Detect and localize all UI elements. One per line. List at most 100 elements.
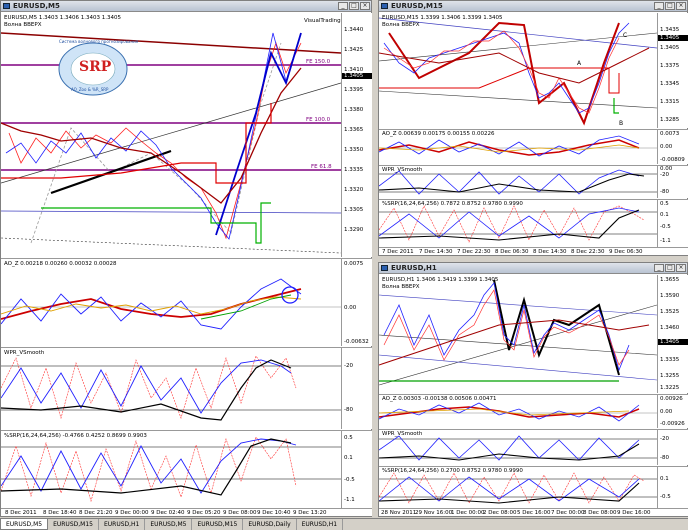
- ao-tick: 0.00926: [660, 396, 683, 402]
- time-tick: 9 Dec 16:00: [617, 510, 651, 516]
- time-tick: 9 Dec 05:20: [187, 510, 221, 516]
- wpr-tick: -20: [344, 363, 353, 369]
- ao-label: AO_Z 0.00303 -0.00138 0.00506 0.00471: [382, 396, 497, 402]
- price-pane[interactable]: EURUSD,H1 1.3406 1.3419 1.3399 1.3405 Во…: [379, 275, 657, 393]
- time-tick: 7 Dec 22:30: [457, 249, 491, 255]
- price-chart-svg: [379, 279, 657, 386]
- wpr-label: WPR_VSmooth: [4, 350, 45, 356]
- logo-text: SRP: [79, 59, 112, 75]
- tab-eurusd-h1-2[interactable]: EURUSD,H1: [297, 519, 344, 530]
- price-tick: 1.3525: [660, 309, 680, 315]
- tab-eurusd-h1[interactable]: EURUSD,H1: [99, 519, 146, 530]
- ao-tick: -0.00926: [660, 421, 685, 427]
- ao-indicator-pane[interactable]: AO_Z 0.00639 0.00175 0.00155 0.00226: [379, 129, 657, 164]
- window-titlebar[interactable]: EURUSD,M5 _ □ ×: [1, 1, 371, 12]
- price-tick: 1.3375: [660, 63, 680, 69]
- srp-indicator-pane[interactable]: %SRP(16,24,64,256) 0.7872 0.8752 0.9780 …: [379, 199, 657, 247]
- srp-label: %SRP(16,24,64,256) 0.7872 0.8752 0.9780 …: [382, 201, 523, 207]
- close-button[interactable]: ×: [676, 2, 686, 10]
- fe-level-label: FE 61.8: [311, 164, 332, 170]
- time-tick: 8 Dec 2011: [5, 510, 37, 516]
- maximize-button[interactable]: □: [665, 2, 675, 10]
- time-tick: 7 Dec 14:30: [419, 249, 453, 255]
- srp-logo: SRP Система волнового прогнозирования AO…: [45, 33, 145, 103]
- srp-chart-svg: [379, 205, 657, 243]
- close-button[interactable]: ×: [360, 2, 370, 10]
- chart-window-m5[interactable]: EURUSD,M5 _ □ × EURUSD,M5 1.3403 1.3406 …: [0, 0, 372, 517]
- price-axis[interactable]: 1.3435 1.3405 1.3375 1.3345 1.3315 1.328…: [657, 13, 688, 128]
- price-tick: 1.3365: [344, 127, 364, 133]
- tab-eurusd-m5-2[interactable]: EURUSD,M5: [145, 519, 193, 530]
- time-axis[interactable]: 8 Dec 2011 8 Dec 18:40 8 Dec 21:20 9 Dec…: [1, 508, 372, 516]
- window-titlebar[interactable]: EURUSD,H1 _ □ ×: [379, 263, 687, 274]
- price-pane[interactable]: EURUSD,M5 1.3403 1.3406 1.3403 1.3405 Во…: [1, 13, 341, 257]
- minimize-button[interactable]: _: [338, 2, 348, 10]
- price-tick: 1.3320: [344, 187, 364, 193]
- close-button[interactable]: ×: [676, 264, 686, 272]
- chart-ohlc-label: EURUSD,M5 1.3403 1.3406 1.3403 1.3405: [4, 15, 122, 21]
- price-pane[interactable]: A B C EURUSD,M15 1.3399 1.3406 1.3399 1.…: [379, 13, 657, 128]
- ao-tick: 0.0075: [344, 261, 364, 267]
- window-title: EURUSD,M5: [13, 2, 60, 10]
- ao-indicator-pane[interactable]: AO_Z 0.00218 0.00260 0.00032 0.00028: [1, 258, 341, 346]
- time-tick: 7 Dec 2011: [382, 249, 414, 255]
- tab-eurusd-m5[interactable]: EURUSD,M5: [0, 519, 49, 530]
- wpr-indicator-pane[interactable]: WPR_VSmooth: [1, 347, 341, 429]
- chart-ohlc-label: EURUSD,H1 1.3406 1.3419 1.3399 1.3405: [382, 277, 499, 283]
- current-price-flag: 1.3405: [658, 339, 688, 345]
- price-axis[interactable]: 1.3440 1.3425 1.3410 1.3395 1.3380 1.336…: [341, 13, 372, 257]
- price-tick: 1.3335: [344, 167, 364, 173]
- wave-point-a: A: [577, 60, 582, 67]
- wave-label: Волна BBEPX: [382, 284, 420, 290]
- wave-label: Волна BBEPX: [4, 22, 42, 28]
- time-tick: 5 Dec 16:00: [517, 510, 551, 516]
- wave-label: Волна BBEPX: [382, 22, 420, 28]
- ao-tick: 0.0073: [660, 131, 680, 137]
- minimize-button[interactable]: _: [654, 2, 664, 10]
- srp-axis: 0.1 -0.5: [657, 466, 688, 508]
- srp-tick: -0.5: [660, 224, 671, 230]
- srp-indicator-pane[interactable]: %SRP(16,24,64,256) -0.4766 0.4252 0.8699…: [1, 430, 341, 508]
- srp-tick: 0.1: [660, 476, 669, 482]
- tab-eurusd-m15[interactable]: EURUSD,M15: [48, 519, 99, 530]
- price-tick: 1.3350: [344, 147, 364, 153]
- ao-tick: 0.00: [660, 409, 673, 415]
- tab-eurusd-daily[interactable]: EURUSD,Daily: [243, 519, 297, 530]
- time-tick: 8 Dec 14:30: [533, 249, 567, 255]
- chart-window-m15[interactable]: EURUSD,M15 _ □ × A B C EURUSD,M15 1.3399…: [378, 0, 688, 256]
- price-tick: 1.3460: [660, 325, 680, 331]
- ao-tick: -0.00632: [344, 339, 369, 345]
- wpr-indicator-pane[interactable]: WPR_VSmooth: [379, 429, 657, 465]
- wpr-axis: -20 -80: [657, 429, 688, 465]
- price-tick: 1.3305: [344, 207, 364, 213]
- wpr-label: WPR_VSmooth: [382, 431, 423, 437]
- wpr-axis: 0.00 -20 -80: [657, 165, 688, 198]
- time-tick: 8 Dec 21:20: [79, 510, 113, 516]
- price-chart-svg: A B C: [379, 17, 657, 127]
- ao-axis: 0.0073 0.00 -0.00809: [657, 129, 688, 164]
- time-tick: 8 Dec 06:30: [495, 249, 529, 255]
- window-title: EURUSD,H1: [391, 264, 437, 272]
- wpr-indicator-pane[interactable]: WPR_VSmooth: [379, 165, 657, 198]
- logo-sub: AO_Zoo & %R_SRP: [71, 87, 109, 92]
- minimize-button[interactable]: _: [654, 264, 664, 272]
- price-tick: 1.3255: [660, 373, 680, 379]
- ao-axis: 0.00926 0.00 -0.00926: [657, 394, 688, 428]
- srp-indicator-pane[interactable]: %SRP(16,24,64,256) 0.2700 0.8752 0.9780 …: [379, 466, 657, 508]
- wpr-chart-svg: [1, 355, 341, 421]
- chart-app-icon: [3, 3, 10, 9]
- window-title: EURUSD,M15: [391, 2, 443, 10]
- time-axis[interactable]: 7 Dec 2011 7 Dec 14:30 7 Dec 22:30 8 Dec…: [379, 247, 688, 255]
- chart-window-h1[interactable]: EURUSD,H1 _ □ × EURUSD,H1 1.3406 1.3419 …: [378, 262, 688, 517]
- ao-label: AO_Z 0.00639 0.00175 0.00155 0.00226: [382, 131, 495, 137]
- srp-tick: 0.1: [344, 455, 353, 461]
- maximize-button[interactable]: □: [665, 264, 675, 272]
- ao-indicator-pane[interactable]: AO_Z 0.00303 -0.00138 0.00506 0.00471: [379, 394, 657, 428]
- time-axis[interactable]: 28 Nov 2011 29 Nov 16:00 1 Dec 00:00 2 D…: [379, 508, 688, 516]
- chart-app-icon: [381, 3, 388, 9]
- time-tick: 1 Dec 00:00: [451, 510, 485, 516]
- maximize-button[interactable]: □: [349, 2, 359, 10]
- window-titlebar[interactable]: EURUSD,M15 _ □ ×: [379, 1, 687, 12]
- tab-eurusd-m15-2[interactable]: EURUSD,M15: [192, 519, 244, 530]
- price-axis[interactable]: 1.3655 1.3590 1.3525 1.3460 1.3335 1.325…: [657, 275, 688, 393]
